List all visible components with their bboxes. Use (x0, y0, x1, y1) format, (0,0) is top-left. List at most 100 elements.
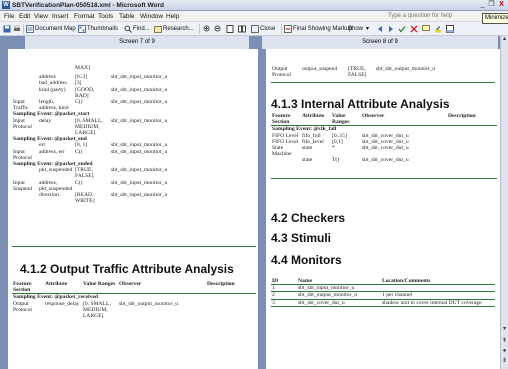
table-cell: sbt_sbt_input_monitor_u (111, 86, 168, 93)
table-cell (381, 285, 495, 292)
table-row: Input Traffic length, address, kind C() sbt… (12, 99, 227, 111)
accept-change-icon[interactable] (398, 25, 406, 33)
close-button[interactable]: X (497, 1, 506, 9)
new-comment-icon[interactable] (422, 25, 430, 33)
toolbar-separator (199, 24, 200, 34)
table-cell (271, 157, 301, 163)
two-pages-icon[interactable] (238, 25, 246, 33)
zoom-out-icon[interactable] (214, 25, 222, 33)
previous-page-icon[interactable]: ⇞ (501, 338, 508, 345)
table-cell (12, 192, 38, 204)
left-page: MAX] address [0..2] sbt_sbt_input_monitor_… (8, 49, 258, 369)
table-row: pkt_suspended [TRUE, FALSE] sbt_sbt_input_… (12, 167, 227, 179)
next-page-icon[interactable]: ⇟ (501, 358, 508, 365)
table-cell: Output Protocol (13, 300, 32, 313)
menu-table[interactable]: Table (119, 12, 135, 21)
menu-file[interactable]: File (4, 12, 14, 21)
print-icon[interactable] (13, 25, 21, 33)
menu-help[interactable]: Help (166, 12, 179, 21)
scroll-up-icon[interactable]: ▴ (501, 36, 508, 43)
markup-dropdown[interactable]: Final Showing Markup (293, 25, 352, 34)
menu-edit[interactable]: Edit (19, 12, 30, 21)
table-cell: sbt_sbt_cover_dut_u (298, 299, 345, 306)
column-header: Feature Section (271, 113, 301, 127)
table-cell: T() (332, 157, 340, 164)
table-bottom-rule (271, 178, 497, 179)
table-cell: 1 (272, 285, 275, 292)
column-header: Name (297, 278, 381, 286)
table-cell: state (302, 157, 313, 164)
menu-bar: File Edit View Insert Format Tools Table… (0, 11, 508, 22)
zoom-in-icon[interactable] (203, 25, 211, 33)
table-row: State Machine state * sbt_sbt_cover_dut_u (271, 145, 497, 157)
track-changes-icon (284, 25, 292, 33)
table-bottom-rule (12, 246, 256, 247)
output-attribute-table: Feature Section Attribute Value Ranges O… (12, 281, 256, 319)
table-cell: pkt_suspended (39, 167, 73, 174)
table-cell: sbt_sbt_input_monitor_u (111, 167, 168, 174)
table-cell: sbt_sbt_input_monitor_u (111, 99, 168, 106)
page-view-icon[interactable] (226, 25, 234, 33)
research-button[interactable]: Research... (163, 25, 194, 34)
show-dropdown[interactable]: Show (348, 25, 363, 34)
toolbar-separator (281, 24, 282, 34)
table-cell: 1 per channel (382, 292, 413, 299)
minimize-tooltip: Minimize (482, 13, 508, 24)
next-change-icon[interactable] (387, 25, 395, 33)
table-cell: sbt_sbt_output_monitor_u (119, 300, 179, 307)
table-cell: sbt_sbt_input_monitor_u (298, 285, 355, 292)
menu-window[interactable]: Window (140, 12, 163, 21)
table-cell: address, pkt_suspended (39, 179, 73, 192)
title-bar: W SBTVerificationPlan-050518.xml - Micro… (0, 0, 508, 11)
table-cell: 2 (272, 292, 275, 299)
research-icon (154, 26, 162, 33)
table-cell: Input Traffic (13, 99, 29, 112)
minimize-button[interactable]: _ (478, 1, 487, 9)
table-cell: output_suspend (302, 66, 338, 72)
column-header: Observer (118, 281, 206, 295)
table-row: Input Protocol address, err C() sbt_sbt_inp… (12, 149, 227, 161)
thumbnails-icon (78, 25, 86, 33)
menu-tools[interactable]: Tools (98, 12, 113, 21)
table-cell: Input Protocol (13, 148, 32, 161)
reject-change-icon[interactable] (410, 25, 418, 33)
restore-button[interactable]: ❐ (487, 1, 496, 9)
find-button[interactable]: Find... (133, 25, 150, 34)
menu-format[interactable]: Format (74, 12, 95, 21)
vertical-scrollbar[interactable]: ▴ ▾ ⇞ ● ⇟ (500, 36, 508, 369)
table-header-row: Feature Section Attribute Value Ranges O… (271, 113, 497, 127)
previous-change-icon[interactable] (376, 25, 384, 33)
close-reading-icon (251, 25, 259, 33)
table-row: 1 sbt_sbt_input_monitor_u (271, 285, 495, 292)
menu-view[interactable]: View (34, 12, 48, 21)
table-bottom-rule (271, 82, 495, 83)
table-cell: sbt_sbt_output_monitor_u (376, 66, 436, 72)
close-reading-button[interactable]: Close (260, 25, 275, 34)
table-cell (447, 145, 497, 157)
word-app-icon[interactable]: W (2, 1, 10, 9)
table-cell: [GOOD, BAD] (75, 86, 95, 99)
table-row: Sampling Event: @packet_received (12, 294, 256, 301)
reviewing-pane-icon[interactable] (446, 25, 454, 33)
column-header: Location/Comments (381, 278, 495, 286)
highlight-icon[interactable] (434, 25, 442, 33)
menu-insert[interactable]: Insert (52, 12, 68, 21)
table-row: Input Protocol delay [0, SMALL, MEDIUM, LA… (12, 118, 227, 137)
sampling-event-label: Sampling Event: @clk_fall (272, 126, 337, 133)
column-header: Feature Section (12, 281, 44, 295)
column-header: Description (206, 281, 256, 295)
table-cell: direction (39, 192, 59, 199)
table-cell: sbt_sbt_input_monitor_u (111, 148, 168, 155)
thumbnails-button[interactable]: Thumbnails (87, 25, 118, 34)
scroll-down-icon[interactable]: ▾ (501, 326, 508, 333)
save-icon[interactable] (3, 25, 11, 33)
document-map-button[interactable]: Document Map (35, 25, 76, 34)
help-question-box[interactable]: Type a question for help (388, 12, 492, 20)
table-cell: sbt_sbt_input_monitor_u (111, 192, 168, 199)
table-cell (447, 157, 497, 163)
table-cell: sbt_sbt_cover_dut_u (362, 157, 409, 164)
column-header: Value Ranges (331, 113, 361, 127)
table-cell: length, address, kind (39, 99, 69, 112)
column-header: Attribute (44, 281, 82, 295)
select-browse-object-icon[interactable]: ● (501, 348, 508, 355)
